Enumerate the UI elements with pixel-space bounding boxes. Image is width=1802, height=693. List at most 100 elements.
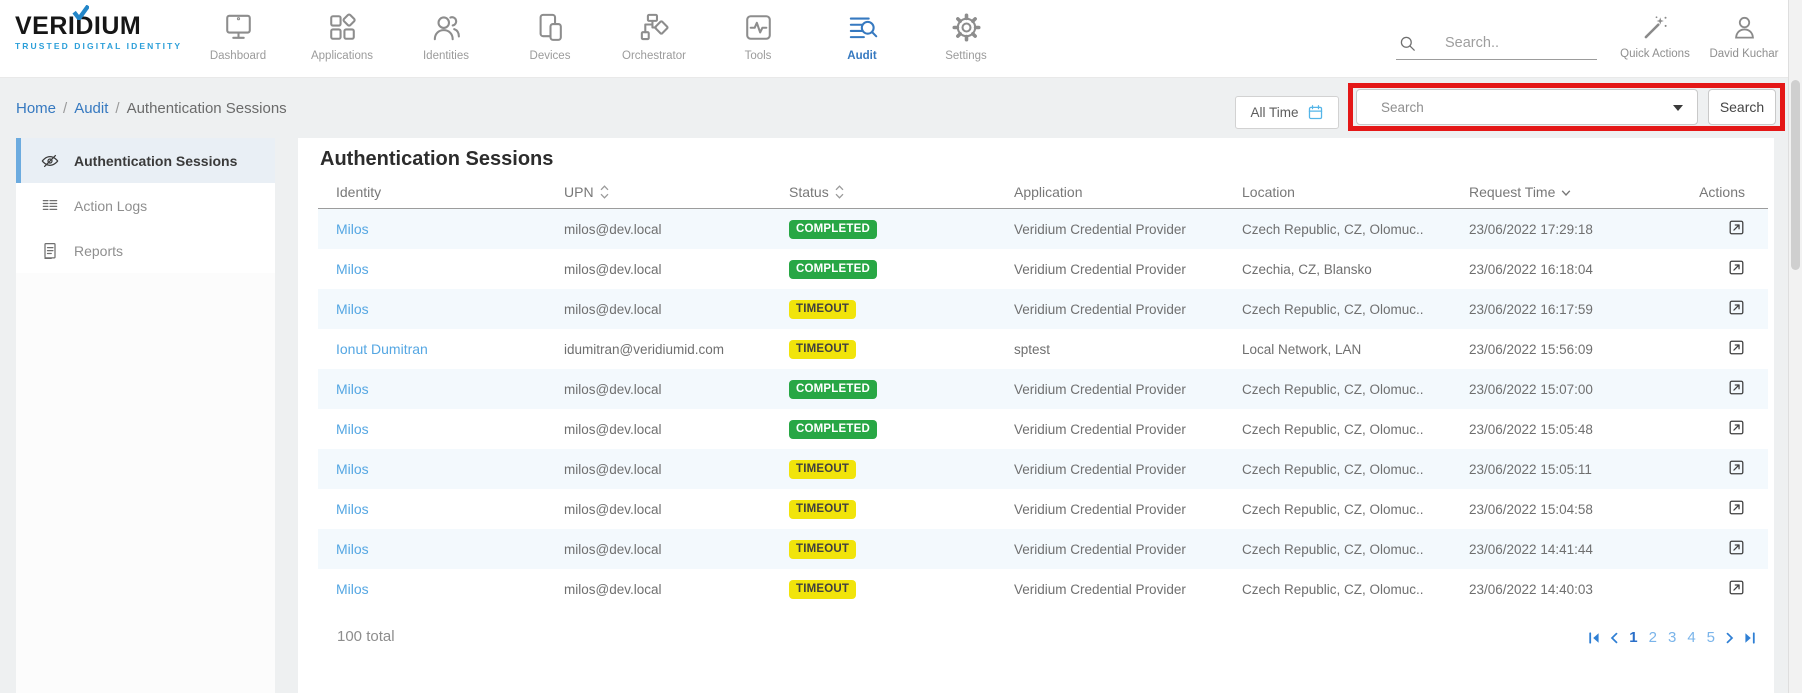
cell-identity: Milos — [318, 461, 546, 477]
table-row: Milosmilos@dev.localTIMEOUTVeridium Cred… — [318, 489, 1768, 529]
open-record-button[interactable] — [1728, 339, 1745, 356]
identity-link[interactable]: Ionut Dumitran — [336, 341, 428, 357]
open-record-button[interactable] — [1728, 259, 1745, 276]
global-search-input[interactable]: Search.. — [1396, 27, 1597, 60]
cell-upn: milos@dev.local — [546, 462, 771, 477]
table-row: Milosmilos@dev.localCOMPLETEDVeridium Cr… — [318, 209, 1768, 249]
page-number-4[interactable]: 4 — [1686, 629, 1696, 646]
identity-link[interactable]: Milos — [336, 381, 369, 397]
scrollbar-thumb[interactable] — [1791, 80, 1800, 270]
user-menu[interactable]: David Kuchar — [1699, 14, 1789, 60]
nav-item-label: Applications — [311, 50, 373, 62]
breadcrumb-separator: / — [115, 100, 119, 117]
cell-identity: Milos — [318, 581, 546, 597]
quick-actions-button[interactable]: Quick Actions — [1607, 14, 1703, 60]
report-icon — [40, 241, 60, 261]
sidebar-item-label: Action Logs — [74, 198, 147, 214]
breadcrumb-audit-link[interactable]: Audit — [74, 100, 108, 117]
primary-nav: Dashboard Applications Identities Devices Or… — [186, 9, 1018, 62]
cell-request-time: 23/06/2022 16:17:59 — [1451, 302, 1651, 317]
status-badge: TIMEOUT — [789, 540, 856, 559]
cell-location: Czech Republic, CZ, Olomuc.. — [1224, 542, 1451, 557]
cell-application: Veridium Credential Provider — [996, 542, 1224, 557]
open-record-button[interactable] — [1728, 379, 1745, 396]
users-icon — [430, 9, 463, 45]
nav-item-orchestrator[interactable]: Orchestrator — [602, 9, 706, 62]
nav-item-tools[interactable]: Tools — [706, 9, 810, 62]
identity-link[interactable]: Milos — [336, 301, 369, 317]
column-header-request-time[interactable]: Request Time — [1451, 184, 1651, 208]
previous-page-button[interactable] — [1609, 632, 1619, 644]
cell-request-time: 23/06/2022 15:05:48 — [1451, 422, 1651, 437]
nav-item-dashboard[interactable]: Dashboard — [186, 9, 290, 62]
identity-link[interactable]: Milos — [336, 421, 369, 437]
open-record-button[interactable] — [1728, 459, 1745, 476]
identity-link[interactable]: Milos — [336, 261, 369, 277]
open-record-button[interactable] — [1728, 419, 1745, 436]
cell-application: Veridium Credential Provider — [996, 222, 1224, 237]
sidebar-item-label: Authentication Sessions — [74, 153, 237, 169]
table-row: Ionut Dumitranidumitran@veridiumid.comTI… — [318, 329, 1768, 369]
sidebar-item-reports[interactable]: Reports — [16, 228, 275, 273]
identity-link[interactable]: Milos — [336, 461, 369, 477]
last-page-button[interactable] — [1744, 632, 1756, 644]
cell-request-time: 23/06/2022 16:18:04 — [1451, 262, 1651, 277]
cell-identity: Milos — [318, 221, 546, 237]
page-number-3[interactable]: 3 — [1667, 629, 1677, 646]
search-button[interactable]: Search — [1708, 89, 1776, 125]
open-record-button[interactable] — [1728, 539, 1745, 556]
breadcrumb-home-link[interactable]: Home — [16, 100, 56, 117]
nav-item-devices[interactable]: Devices — [498, 9, 602, 62]
cell-upn: milos@dev.local — [546, 382, 771, 397]
page-number-2[interactable]: 2 — [1648, 629, 1658, 646]
brand-logo[interactable]: VERIDIUM TRUSTED DIGITAL IDENTITY — [15, 13, 182, 51]
column-header-status[interactable]: Status — [771, 184, 996, 208]
sidebar-item-action-logs[interactable]: Action Logs — [16, 183, 275, 228]
page-number-1[interactable]: 1 — [1628, 629, 1638, 646]
quick-actions-label: Quick Actions — [1620, 48, 1690, 60]
nav-item-applications[interactable]: Applications — [290, 9, 394, 62]
time-range-filter-button[interactable]: All Time — [1235, 96, 1339, 129]
cell-status: COMPLETED — [771, 220, 996, 239]
first-page-button[interactable] — [1588, 632, 1600, 644]
page-number-5[interactable]: 5 — [1706, 629, 1716, 646]
status-badge: TIMEOUT — [789, 460, 856, 479]
open-record-button[interactable] — [1728, 219, 1745, 236]
cell-status: COMPLETED — [771, 260, 996, 279]
column-header-upn[interactable]: UPN — [546, 184, 771, 208]
user-avatar-icon — [1731, 14, 1758, 41]
breadcrumb: Home/Audit/Authentication Sessions — [16, 100, 287, 117]
chevron-down-icon — [1673, 105, 1683, 111]
open-record-button[interactable] — [1728, 579, 1745, 596]
cell-actions — [1651, 579, 1768, 599]
table-row: Milosmilos@dev.localCOMPLETEDVeridium Cr… — [318, 249, 1768, 289]
cell-location: Czech Republic, CZ, Olomuc.. — [1224, 582, 1451, 597]
search-field-dropdown[interactable]: Search — [1356, 89, 1698, 125]
next-page-button[interactable] — [1725, 632, 1735, 644]
nav-item-settings[interactable]: Settings — [914, 9, 1018, 62]
cell-actions — [1651, 299, 1768, 319]
nav-item-identities[interactable]: Identities — [394, 9, 498, 62]
identity-link[interactable]: Milos — [336, 501, 369, 517]
cell-status: TIMEOUT — [771, 300, 996, 319]
nav-item-audit[interactable]: Audit — [810, 9, 914, 62]
cell-upn: idumitran@veridiumid.com — [546, 342, 771, 357]
open-record-button[interactable] — [1728, 499, 1745, 516]
scrollbar-track[interactable] — [1788, 0, 1802, 693]
cell-status: TIMEOUT — [771, 540, 996, 559]
cell-actions — [1651, 379, 1768, 399]
table-row: Milosmilos@dev.localTIMEOUTVeridium Cred… — [318, 449, 1768, 489]
sidebar-item-authentication-sessions[interactable]: Authentication Sessions — [16, 138, 275, 183]
cell-request-time: 23/06/2022 14:40:03 — [1451, 582, 1651, 597]
identity-link[interactable]: Milos — [336, 581, 369, 597]
cell-location: Czech Republic, CZ, Olomuc.. — [1224, 502, 1451, 517]
cell-request-time: 23/06/2022 15:05:11 — [1451, 462, 1651, 477]
cell-status: TIMEOUT — [771, 580, 996, 599]
cell-upn: milos@dev.local — [546, 542, 771, 557]
open-record-button[interactable] — [1728, 299, 1745, 316]
identity-link[interactable]: Milos — [336, 221, 369, 237]
cell-actions — [1651, 259, 1768, 279]
identity-link[interactable]: Milos — [336, 541, 369, 557]
cell-upn: milos@dev.local — [546, 582, 771, 597]
nav-item-label: Devices — [530, 50, 571, 62]
